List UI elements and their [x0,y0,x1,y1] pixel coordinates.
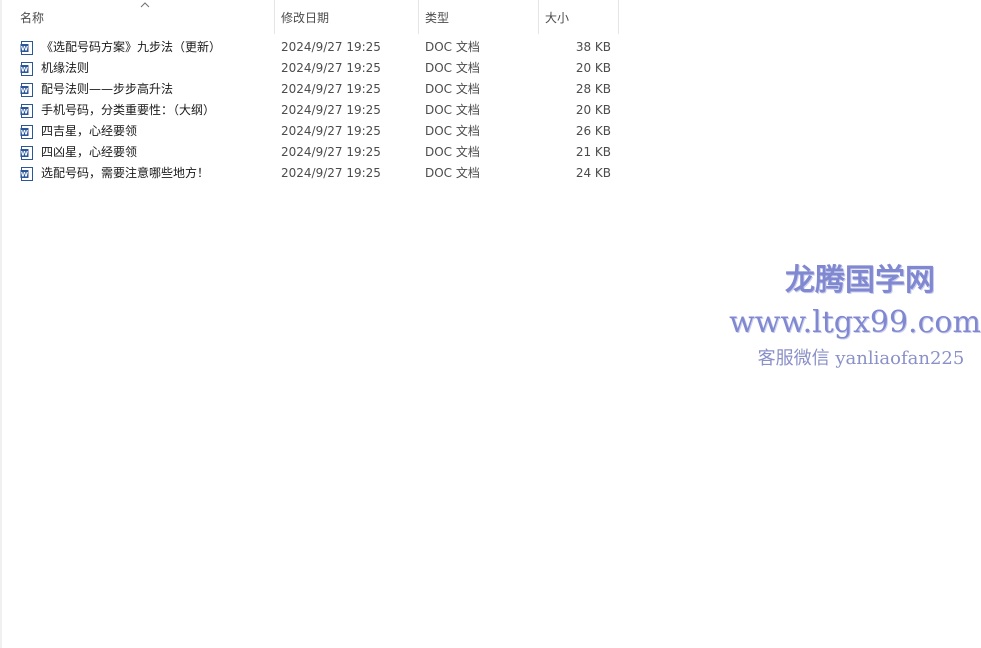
file-type: DOC 文档 [425,82,480,96]
file-row[interactable]: W 《选配号码方案》九步法（更新） 2024/9/27 19:25 DOC 文档… [14,37,619,58]
word-doc-icon: W [20,40,33,55]
column-header-type-label: 类型 [425,10,450,25]
pane-border [0,0,2,648]
file-date: 2024/9/27 19:25 [281,103,381,117]
svg-text:W: W [21,170,28,178]
column-header-size[interactable]: 大小 [539,0,619,34]
file-row[interactable]: W 手机号码，分类重要性：（大纲） 2024/9/27 19:25 DOC 文档… [14,100,619,121]
file-size: 20 KB [575,103,611,117]
file-name: 机缘法则 [41,61,90,75]
file-row[interactable]: W 机缘法则 2024/9/27 19:25 DOC 文档 20 KB [14,58,619,79]
file-name-cell: W 《选配号码方案》九步法（更新） [20,37,270,58]
file-row[interactable]: W 选配号码，需要注意哪些地方！ 2024/9/27 19:25 DOC 文档 … [14,163,619,184]
file-name-cell: W 选配号码，需要注意哪些地方！ [20,163,270,184]
file-type: DOC 文档 [425,124,480,138]
column-header-name[interactable]: 名称 [14,0,275,34]
file-name: 四吉星，心经要领 [41,124,138,138]
watermark: 龙腾国学网 www.ltgx99.com 客服微信 yanliaofan225 [720,255,981,370]
column-header-date-label: 修改日期 [281,10,330,25]
file-name-cell: W 机缘法则 [20,58,270,79]
file-list-pane: 名称 修改日期 类型 大小 W 《选配号码方案》九步法（更新） 2024/9/2… [0,0,981,648]
svg-text:W: W [21,128,28,136]
word-doc-icon: W [20,145,33,160]
file-row[interactable]: W 四吉星，心经要领 2024/9/27 19:25 DOC 文档 26 KB [14,121,619,142]
svg-text:W: W [21,149,28,157]
file-name: 配号法则——步步高升法 [41,82,174,96]
column-header-type[interactable]: 类型 [419,0,539,34]
file-type: DOC 文档 [425,61,480,75]
column-header-name-label: 名称 [20,10,45,25]
column-header-size-label: 大小 [545,10,570,25]
file-name: 选配号码，需要注意哪些地方！ [41,166,210,180]
file-size: 21 KB [575,145,611,159]
file-name-cell: W 四凶星，心经要领 [20,142,270,163]
file-date: 2024/9/27 19:25 [281,166,381,180]
word-doc-icon: W [20,103,33,118]
file-row[interactable]: W 四凶星，心经要领 2024/9/27 19:25 DOC 文档 21 KB [14,142,619,163]
watermark-title: 龙腾国学网 [785,263,935,298]
svg-text:W: W [21,65,28,73]
file-date: 2024/9/27 19:25 [281,145,381,159]
file-date: 2024/9/27 19:25 [281,124,381,138]
file-rows: W 《选配号码方案》九步法（更新） 2024/9/27 19:25 DOC 文档… [14,37,619,184]
word-doc-icon: W [20,61,33,76]
file-size: 24 KB [575,166,611,180]
word-doc-icon: W [20,82,33,97]
file-name: 《选配号码方案》九步法（更新） [41,40,222,54]
file-size: 26 KB [575,124,611,138]
file-row[interactable]: W 配号法则——步步高升法 2024/9/27 19:25 DOC 文档 28 … [14,79,619,100]
file-date: 2024/9/27 19:25 [281,40,381,54]
file-date: 2024/9/27 19:25 [281,61,381,75]
file-name-cell: W 配号法则——步步高升法 [20,79,270,100]
file-size: 38 KB [575,40,611,54]
word-doc-icon: W [20,166,33,181]
file-name: 手机号码，分类重要性：（大纲） [41,103,216,117]
file-name-cell: W 四吉星，心经要领 [20,121,270,142]
svg-text:W: W [21,86,28,94]
word-doc-icon: W [20,124,33,139]
file-type: DOC 文档 [425,103,480,117]
file-name: 四凶星，心经要领 [41,145,138,159]
watermark-url: www.ltgx99.com [729,305,981,340]
file-type: DOC 文档 [425,166,480,180]
svg-text:W: W [21,107,28,115]
watermark-contact: 客服微信 yanliaofan225 [757,348,965,369]
column-header-date[interactable]: 修改日期 [275,0,419,34]
svg-text:W: W [21,44,28,52]
file-size: 20 KB [575,61,611,75]
file-date: 2024/9/27 19:25 [281,82,381,96]
file-size: 28 KB [575,82,611,96]
file-type: DOC 文档 [425,145,480,159]
file-type: DOC 文档 [425,40,480,54]
column-header-row: 名称 修改日期 类型 大小 [0,0,620,34]
file-name-cell: W 手机号码，分类重要性：（大纲） [20,100,270,121]
